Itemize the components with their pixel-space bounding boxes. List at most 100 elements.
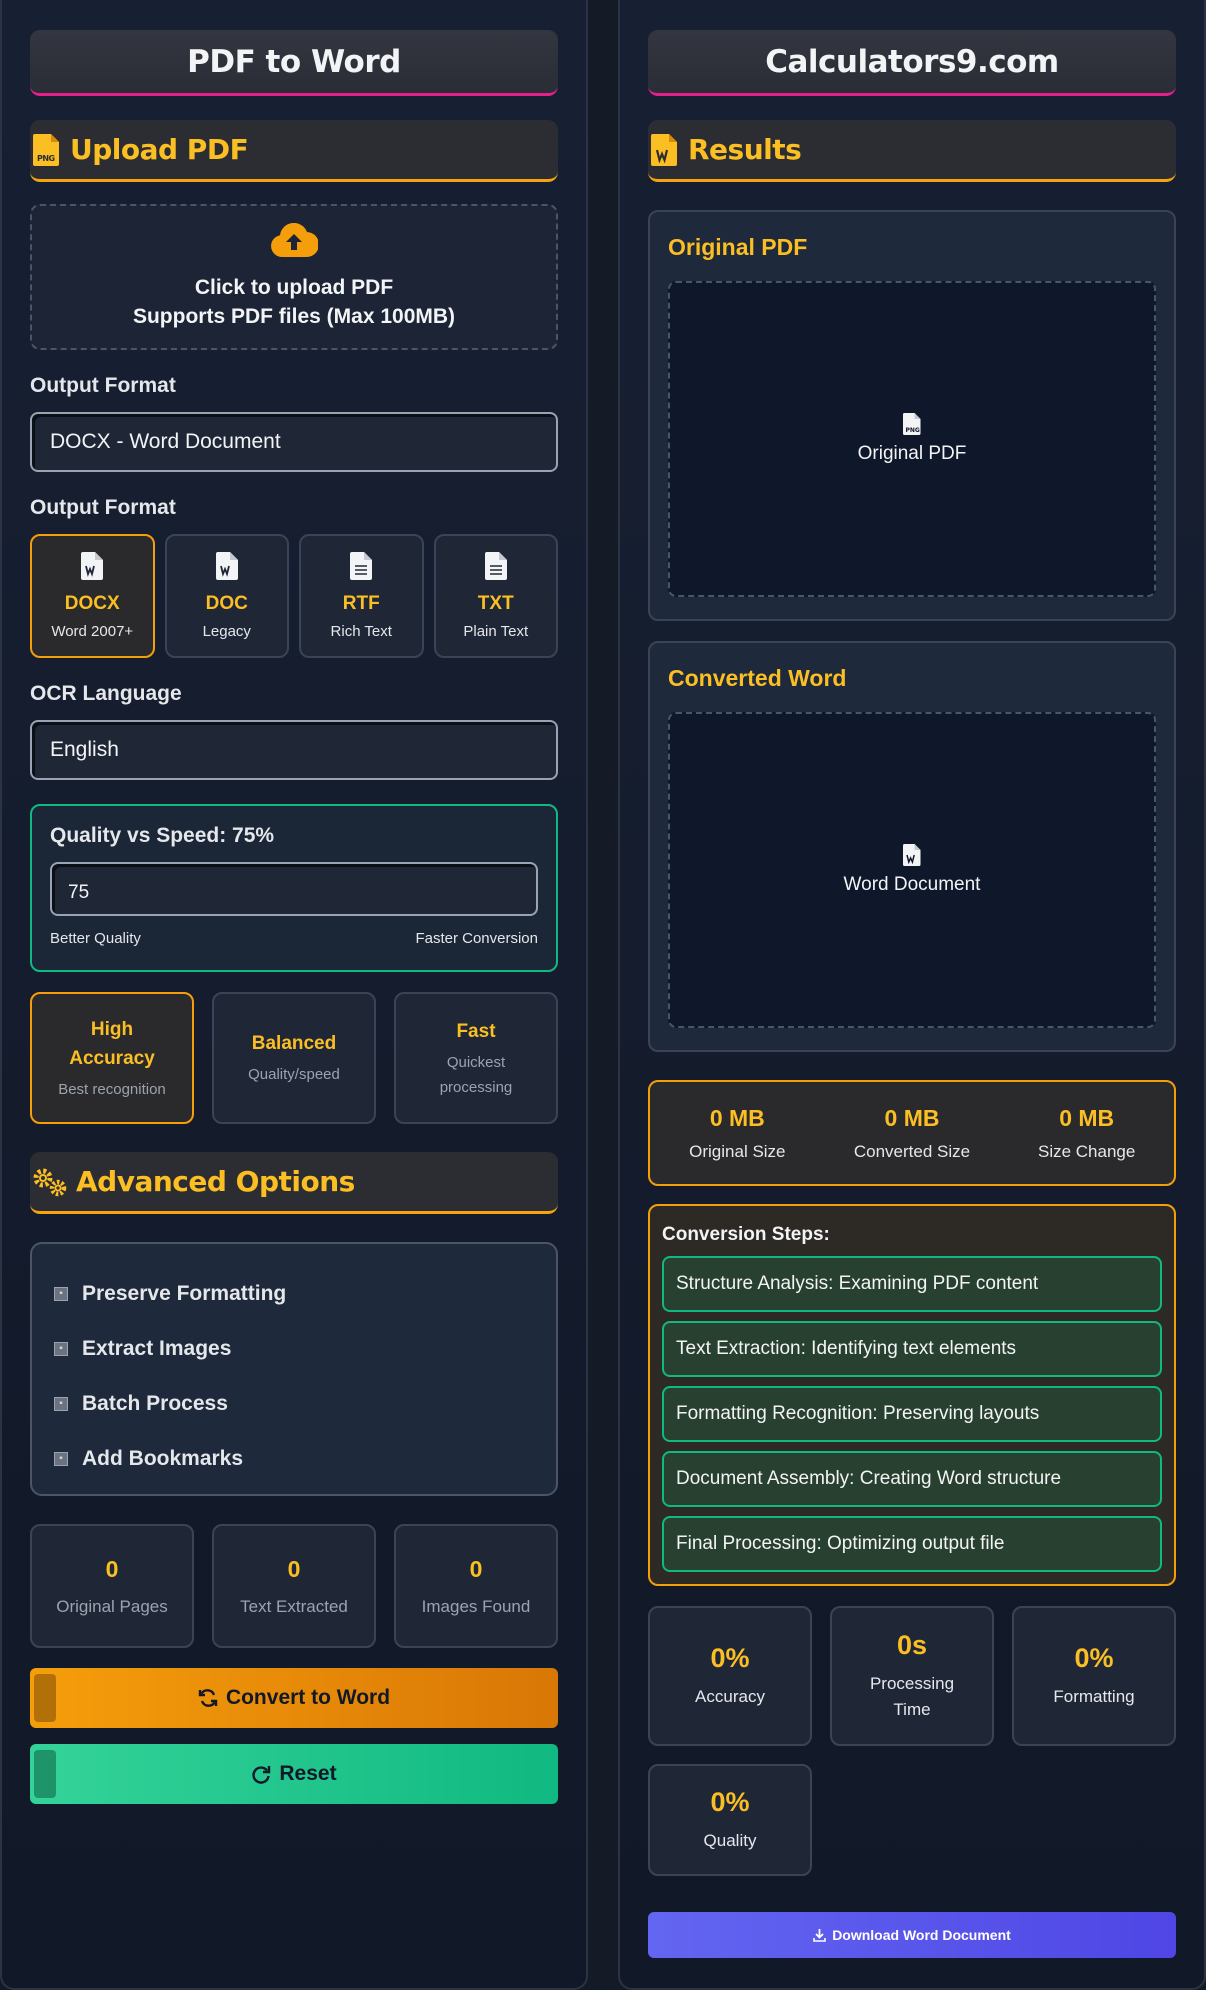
option-label: Preserve Formatting: [82, 1281, 287, 1305]
option-batch-process[interactable]: ▪ Batch Process: [54, 1376, 534, 1431]
mode-desc: Quickest processing: [439, 1053, 513, 1096]
mode-balanced[interactable]: Balanced Quality/speed: [212, 992, 376, 1124]
metric-label: Formatting: [1053, 1686, 1135, 1706]
mode-high-accuracy[interactable]: High Accuracy Best recognition: [30, 992, 194, 1124]
step-item: Text Extraction: Identifying text elemen…: [662, 1321, 1162, 1377]
size-change: 0 MB Size Change: [999, 1105, 1174, 1162]
file-text-icon: [350, 552, 373, 585]
convert-button-label: Convert to Word: [225, 1686, 391, 1709]
mode-desc: Quality/speed: [248, 1066, 340, 1083]
metric-value: 0%: [710, 1642, 750, 1673]
app-title: PDF to Word: [30, 30, 558, 96]
file-pdf-icon: PNG: [903, 413, 921, 441]
ocr-modes: High Accuracy Best recognition Balanced …: [30, 992, 558, 1124]
advanced-options-header: Advanced Options: [30, 1152, 558, 1214]
file-pdf-icon: PNG: [30, 133, 64, 167]
app-page: PDF to Word PNG Upload PDF Click to uplo…: [0, 0, 1206, 1990]
site-title: Calculators9.com: [648, 30, 1176, 96]
gears-icon: [30, 1165, 70, 1199]
mode-title: Fast: [456, 1020, 496, 1042]
quality-scale: Better Quality Faster Conversion: [50, 930, 538, 947]
results-panel: Calculators9.com Results Original PDF PN…: [618, 0, 1206, 1990]
file-text-icon: [484, 552, 507, 585]
option-extract-images[interactable]: ▪ Extract Images: [54, 1321, 534, 1376]
quality-speed-title: Quality vs Speed: 75%: [50, 824, 275, 847]
stat-text-extracted: 0 Text Extracted: [212, 1524, 376, 1648]
format-desc: Legacy: [202, 623, 251, 640]
metric-formatting: 0% Formatting: [1012, 1606, 1176, 1746]
preview-title: Converted Word: [668, 665, 847, 691]
upload-section-title: Upload PDF: [70, 133, 249, 166]
mode-fast[interactable]: Fast Quickest processing: [394, 992, 558, 1124]
size-label: Original Size: [689, 1141, 786, 1161]
upload-primary-text: Click to upload PDF: [194, 276, 394, 299]
metric-processing-time: 0s Processing Time: [830, 1606, 994, 1746]
reset-button[interactable]: Reset: [30, 1744, 558, 1804]
stat-value: 0: [105, 1555, 119, 1582]
step-item: Final Processing: Optimizing output file: [662, 1516, 1162, 1572]
quality-low-label: Better Quality: [50, 930, 141, 947]
metric-quality: 0% Quality: [648, 1764, 812, 1876]
checkbox[interactable]: ▪: [54, 1286, 68, 1301]
format-code: RTF: [342, 593, 380, 614]
format-card-rtf[interactable]: RTF Rich Text: [299, 534, 424, 658]
metric-accuracy: 0% Accuracy: [648, 1606, 812, 1746]
mode-title: High Accuracy: [69, 1018, 155, 1069]
document-stats: 0 Original Pages 0 Text Extracted 0 Imag…: [30, 1524, 558, 1648]
output-format-label: Output Format: [30, 374, 176, 397]
preview-area: Word Document: [668, 712, 1156, 1028]
preview-title: Original PDF: [668, 234, 808, 260]
results-section-title: Results: [688, 133, 802, 166]
stat-label: Images Found: [421, 1596, 531, 1616]
conversion-steps: Conversion Steps: Structure Analysis: Ex…: [648, 1204, 1176, 1586]
converter-panel: PDF to Word PNG Upload PDF Click to uplo…: [0, 0, 588, 1990]
original-pdf-preview: Original PDF PNG Original PDF: [648, 210, 1176, 621]
quality-speed-input[interactable]: 75: [50, 862, 538, 916]
option-label: Batch Process: [82, 1391, 228, 1415]
checkbox[interactable]: ▪: [54, 1396, 68, 1411]
format-card-docx[interactable]: DOCX Word 2007+: [30, 534, 155, 658]
download-button[interactable]: Download Word Document: [648, 1912, 1176, 1958]
quality-speed-box: Quality vs Speed: 75% 75 Better Quality …: [30, 804, 558, 972]
ocr-language-label: OCR Language: [30, 682, 182, 705]
stat-label: Text Extracted: [240, 1596, 348, 1616]
format-code: TXT: [477, 593, 514, 614]
conversion-metrics: 0% Accuracy 0s Processing Time 0% Format…: [648, 1606, 1176, 1876]
checkbox[interactable]: ▪: [54, 1341, 68, 1356]
file-word-icon: [215, 552, 238, 585]
upload-dropzone[interactable]: Click to upload PDF Supports PDF files (…: [30, 204, 558, 350]
format-desc: Plain Text: [463, 623, 529, 640]
format-desc: Word 2007+: [51, 623, 134, 640]
size-value: 0 MB: [709, 1104, 765, 1131]
size-label: Size Change: [1037, 1141, 1136, 1161]
cloud-upload-icon: [270, 222, 320, 265]
output-format-select[interactable]: DOCX - Word Document: [30, 412, 558, 472]
quality-high-label: Faster Conversion: [415, 930, 538, 947]
metric-label: Quality: [703, 1830, 757, 1850]
file-word-icon: [903, 844, 921, 872]
option-add-bookmarks[interactable]: ▪ Add Bookmarks: [54, 1431, 534, 1486]
format-desc: Rich Text: [330, 623, 392, 640]
format-card-doc[interactable]: DOC Legacy: [164, 534, 289, 658]
option-preserve-formatting[interactable]: ▪ Preserve Formatting: [54, 1266, 534, 1321]
stat-images-found: 0 Images Found: [394, 1524, 558, 1648]
metric-value: 0%: [710, 1786, 750, 1817]
checkbox[interactable]: ▪: [54, 1451, 68, 1466]
format-code: DOCX: [64, 593, 120, 614]
upload-section-header: PNG Upload PDF: [30, 120, 558, 182]
stat-original-pages: 0 Original Pages: [30, 1524, 194, 1648]
metric-value: 0s: [896, 1629, 928, 1660]
ocr-language-select[interactable]: English: [30, 720, 558, 780]
step-item: Structure Analysis: Examining PDF conten…: [662, 1256, 1162, 1312]
size-value: 0 MB: [884, 1104, 940, 1131]
results-section-header: Results: [648, 120, 1176, 182]
format-card-txt[interactable]: TXT Plain Text: [433, 534, 558, 658]
file-word-icon: [648, 133, 682, 167]
stat-value: 0: [287, 1555, 301, 1582]
button-grip: [34, 1674, 56, 1722]
converted-word-preview: Converted Word Word Document: [648, 641, 1176, 1052]
size-converted: 0 MB Converted Size: [825, 1105, 1000, 1162]
convert-button[interactable]: Convert to Word: [30, 1668, 558, 1728]
option-label: Add Bookmarks: [82, 1446, 244, 1470]
step-item: Document Assembly: Creating Word structu…: [662, 1451, 1162, 1507]
